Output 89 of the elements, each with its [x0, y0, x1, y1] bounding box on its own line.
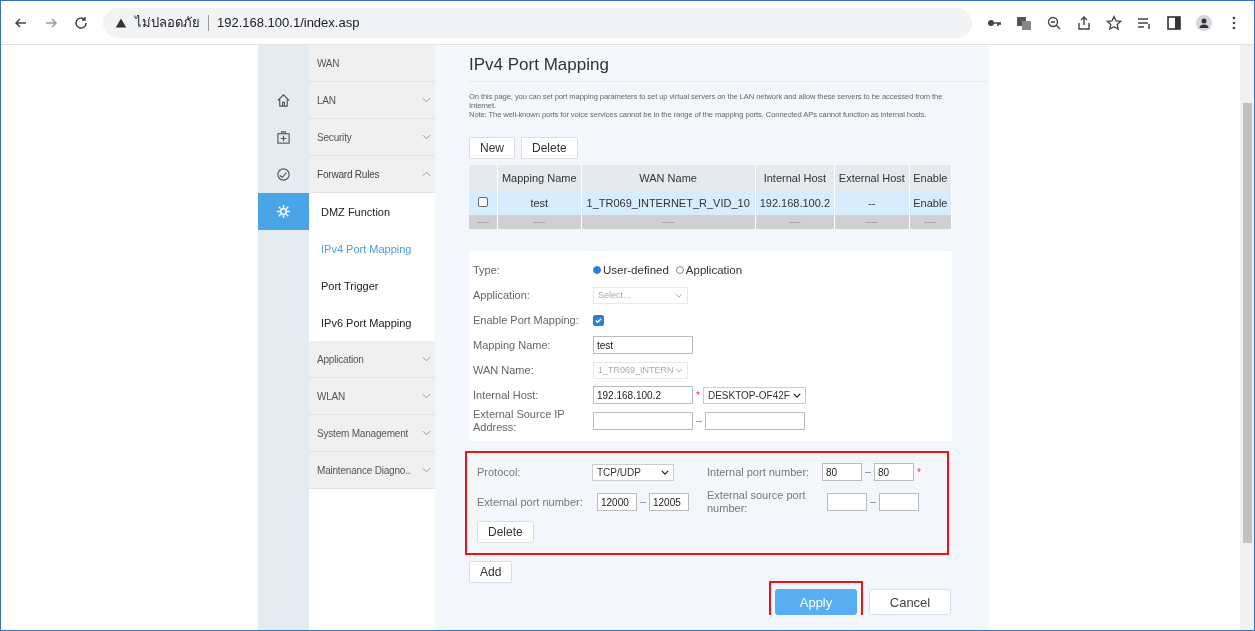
new-button[interactable]: New — [469, 137, 515, 159]
table-cell: 1_TR069_INTERNET_R_VID_10 — [581, 191, 756, 215]
chevron-down-icon — [422, 430, 431, 436]
sidebar-item-label: Security — [317, 131, 352, 143]
submenu-item[interactable]: DMZ Function — [309, 193, 435, 230]
share-icon[interactable] — [1076, 14, 1092, 31]
chevron-down-icon — [675, 367, 683, 373]
chevron-down-icon — [792, 392, 801, 398]
input-field[interactable] — [705, 412, 805, 430]
submenu-item[interactable]: Port Trigger — [309, 267, 435, 304]
column-header: WAN Name — [581, 165, 756, 191]
scrollbar[interactable] — [1240, 45, 1254, 630]
table-cell: -- — [834, 191, 910, 215]
field-label: WAN Name: — [473, 363, 535, 377]
table-cell: Enable — [909, 191, 952, 215]
dropdown[interactable]: DESKTOP-OF42F — [702, 386, 806, 404]
chevron-down-icon — [422, 467, 431, 473]
sidebar-item-label: Maintenance Diagno.. — [317, 464, 411, 476]
delete-button[interactable]: Delete — [521, 137, 578, 159]
side-panel-icon[interactable] — [1166, 14, 1182, 31]
chevron-up-icon — [422, 171, 431, 177]
row-checkbox[interactable] — [478, 197, 488, 207]
column-header: Enable — [909, 165, 952, 191]
field-label: Protocol: — [477, 465, 522, 479]
gauge-icon — [276, 167, 291, 182]
sidebar-item-label: System Management — [317, 427, 409, 439]
translate-icon[interactable] — [1016, 14, 1032, 31]
field-label: Application: — [473, 288, 531, 302]
submenu-item[interactable]: IPv6 Port Mapping — [309, 304, 435, 341]
security-label: ไม่ปลอดภัย — [135, 14, 200, 32]
input-field[interactable] — [593, 412, 693, 430]
chevron-down-icon — [422, 393, 431, 399]
chevron-down-icon — [422, 356, 431, 362]
chevron-down-icon — [422, 134, 431, 140]
input-field[interactable]: 12005 — [649, 493, 689, 511]
url-text: 192.168.100.1/index.asp — [217, 15, 360, 30]
warning-icon[interactable] — [115, 16, 127, 29]
profile-icon[interactable] — [1196, 14, 1212, 31]
input-field[interactable]: 80 — [822, 463, 862, 481]
delete-button[interactable]: Delete — [477, 521, 534, 543]
input-field[interactable]: 192.168.100.2 — [593, 386, 693, 404]
first-aid-kit-icon — [276, 130, 291, 145]
required-mark: * — [917, 466, 921, 478]
sidebar-item-label: LAN — [317, 94, 336, 106]
star-icon[interactable] — [1106, 14, 1122, 31]
cancel-button[interactable]: Cancel — [869, 589, 951, 615]
table-cell: ---- — [834, 215, 910, 229]
input-field[interactable] — [879, 493, 919, 511]
required-mark: * — [696, 389, 700, 401]
chevron-down-icon — [422, 97, 431, 103]
table-cell: 192.168.100.2 — [755, 191, 835, 215]
field-label: Mapping Name: — [473, 338, 552, 352]
input-field[interactable] — [827, 493, 867, 511]
reload-icon[interactable] — [73, 14, 89, 31]
input-field[interactable]: 12000 — [597, 493, 637, 511]
sidebar-item-label: WLAN — [317, 390, 346, 402]
zoom-icon[interactable] — [1046, 14, 1062, 31]
table-cell: ---- — [755, 215, 835, 229]
page-title: IPv4 Port Mapping — [469, 55, 989, 82]
table-cell: ---- — [581, 215, 756, 229]
field-label: External Source IP Address: — [473, 408, 566, 434]
field-label: Internal Host: — [473, 388, 540, 402]
field-label: Type: — [473, 263, 501, 277]
field-label: Internal port number: — [707, 465, 811, 479]
column-header: External Host — [834, 165, 910, 191]
field-label: External source port number: — [707, 489, 807, 515]
radio-option[interactable]: User-defined — [593, 264, 669, 276]
sidebar-item-label: Application — [317, 353, 364, 365]
checkbox[interactable] — [593, 314, 604, 326]
add-button[interactable]: Add — [469, 561, 513, 583]
column-header: Mapping Name — [497, 165, 581, 191]
table-cell: ---- — [909, 215, 952, 229]
address-bar[interactable]: ไม่ปลอดภัย 192.168.100.1/index.asp — [103, 7, 972, 38]
dropdown[interactable]: TCP/UDP — [592, 463, 674, 481]
radio-option[interactable]: Application — [675, 264, 743, 276]
field-label: Enable Port Mapping: — [473, 313, 580, 327]
field-label: External port number: — [477, 495, 584, 509]
sidebar-item-label: Forward Rules — [317, 168, 380, 180]
settings-icon — [276, 204, 291, 219]
home-icon — [276, 93, 291, 108]
sidebar-item-label: WAN — [317, 57, 340, 69]
chevron-down-icon — [661, 469, 669, 475]
table-cell: ---- — [497, 215, 581, 229]
table-cell: ---- — [469, 215, 498, 229]
chevron-down-icon — [675, 292, 683, 298]
input-field[interactable]: 80 — [874, 463, 914, 481]
table-cell: test — [497, 191, 581, 215]
column-header: Internal Host — [755, 165, 835, 191]
input-field[interactable]: test — [593, 336, 693, 354]
